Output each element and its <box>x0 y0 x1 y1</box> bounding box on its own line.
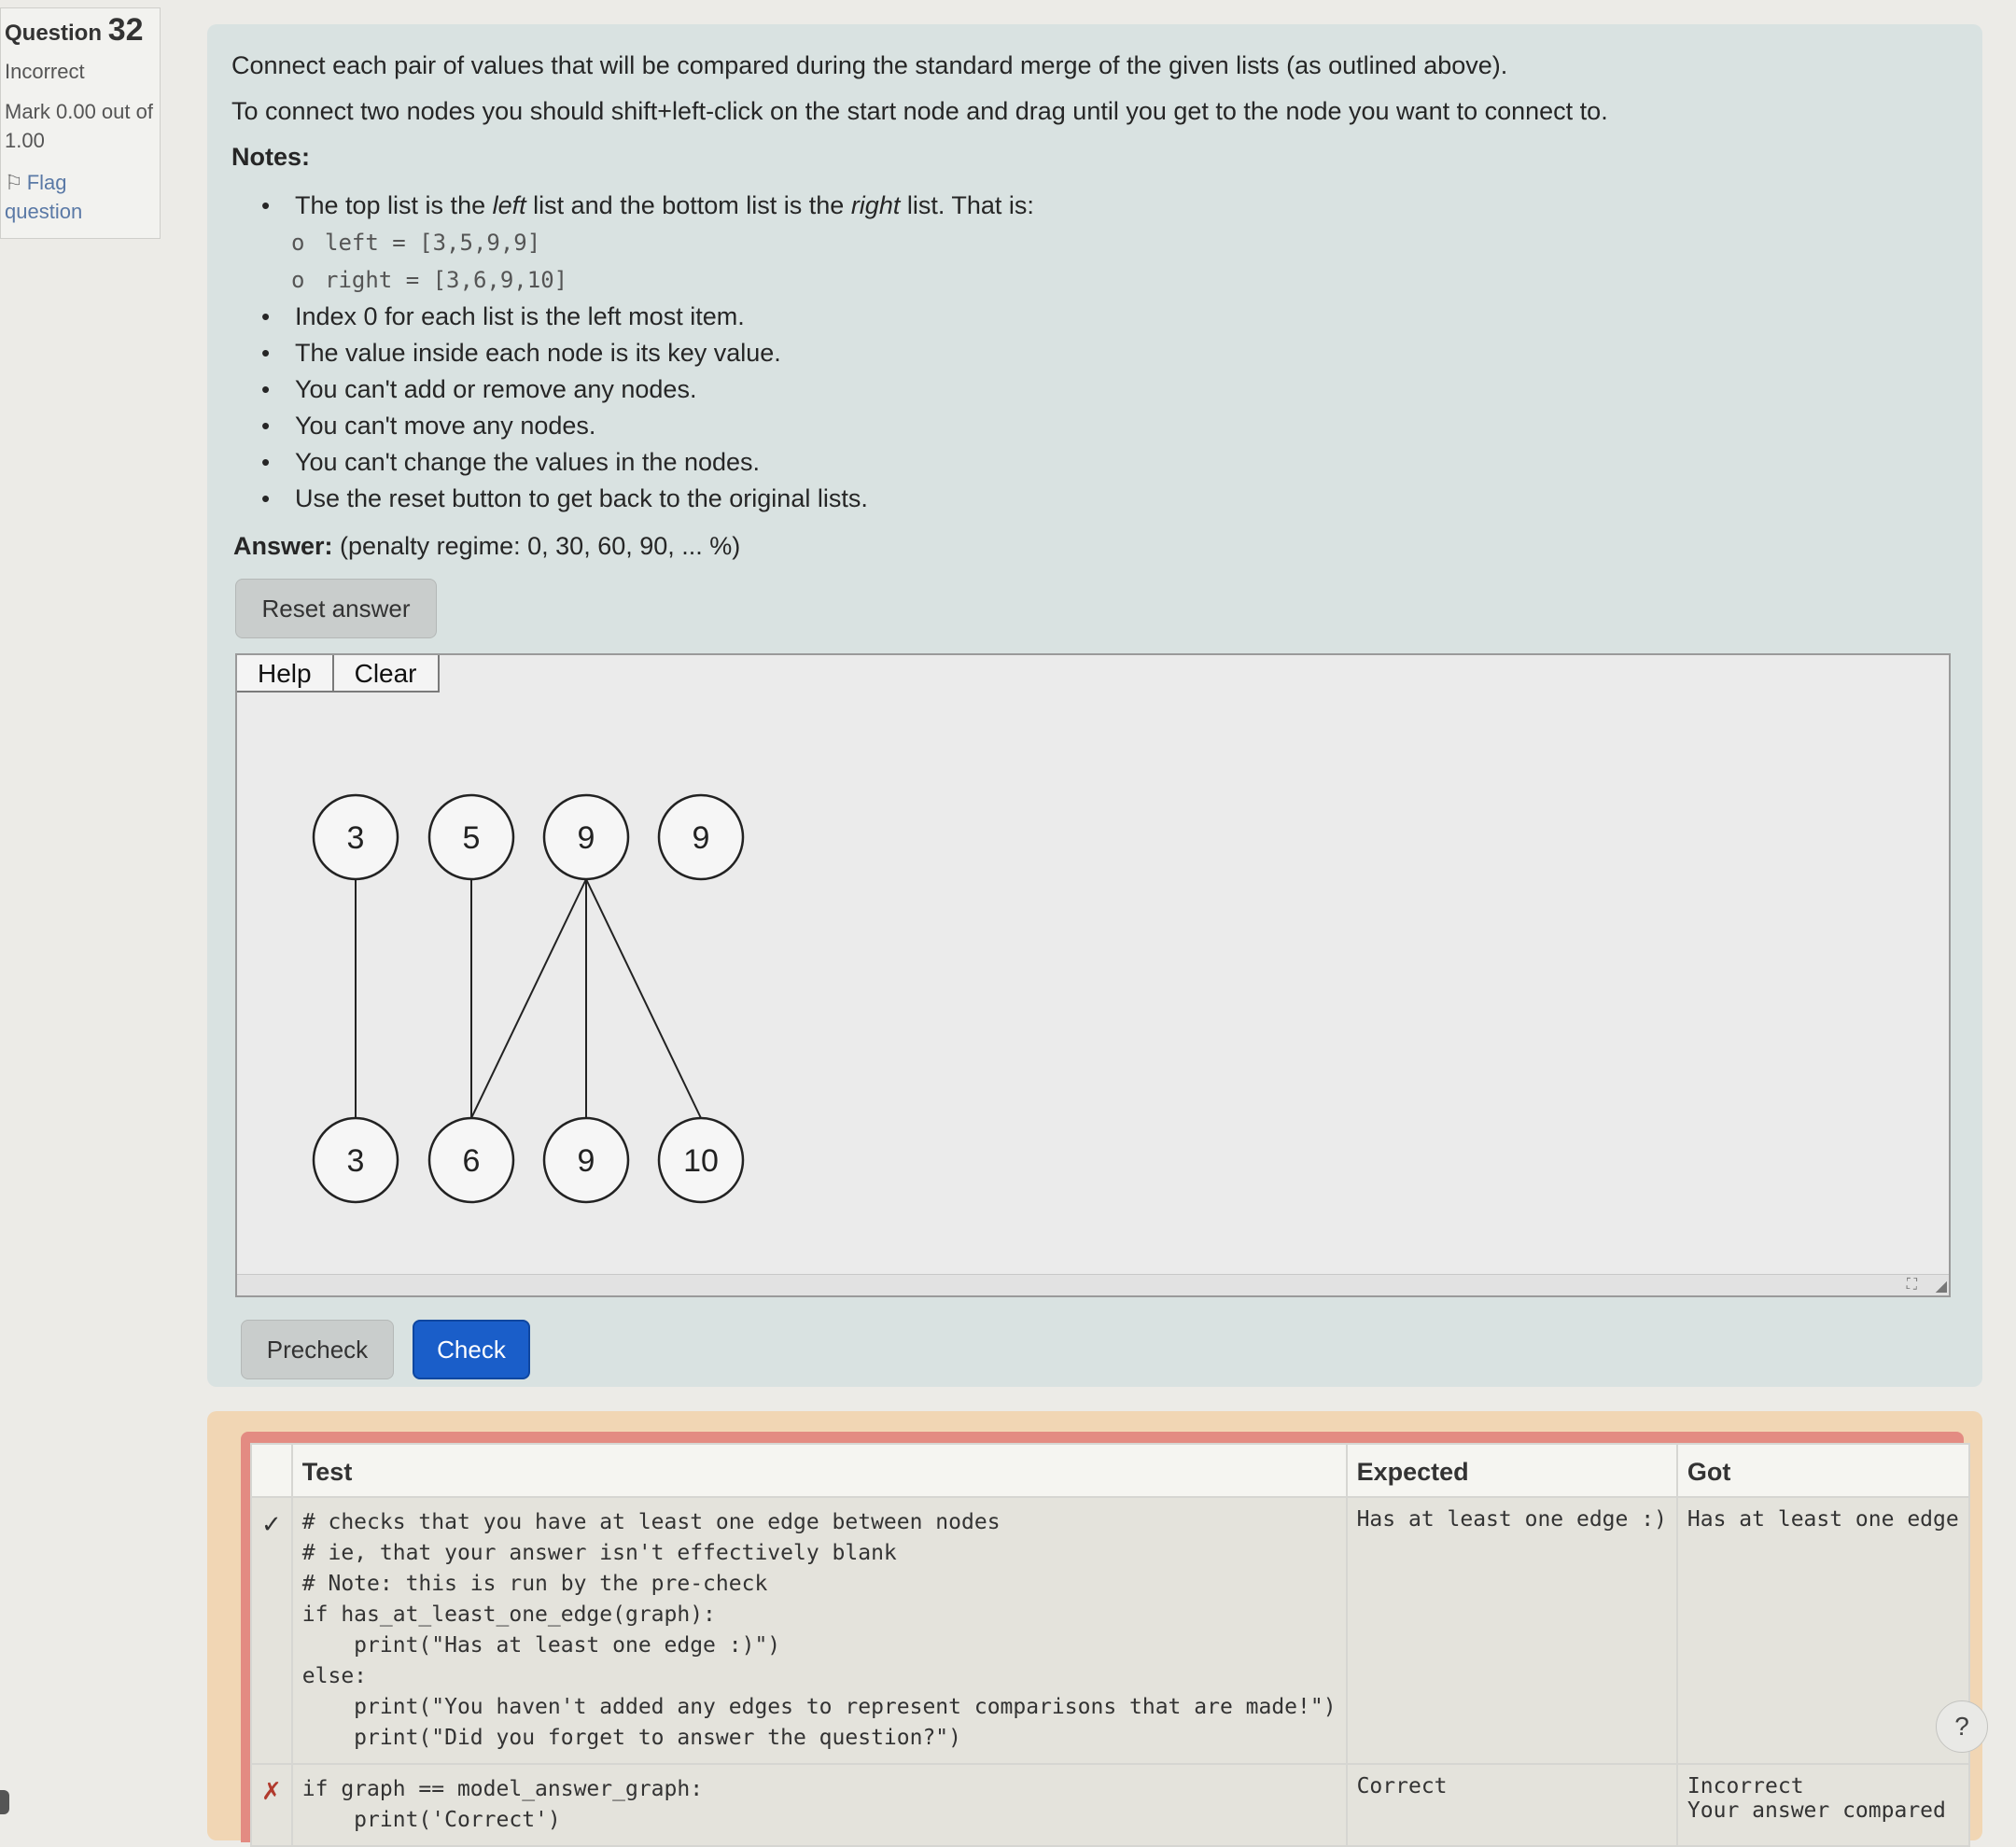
expected-output: Has at least one edge :) <box>1345 1496 1678 1765</box>
flag-icon: ⚐ <box>5 171 23 194</box>
graph-edge[interactable] <box>585 878 702 1119</box>
results-box: Test Expected Got ✓ # checks that you ha… <box>207 1411 1982 1847</box>
note-item: You can't change the values in the nodes… <box>261 444 1967 481</box>
got-header: Got <box>1675 1443 1970 1498</box>
list-definitions: left = [3,5,9,9] right = [3,6,9,10] <box>291 224 1967 299</box>
help-button[interactable]: Help <box>237 655 334 693</box>
results-table: Test Expected Got ✓ # checks that you ha… <box>250 1443 1970 1847</box>
pass-icon: ✓ <box>250 1496 293 1765</box>
code-right-list: right = [3,6,9,10] <box>291 261 1967 299</box>
got-output: Incorrect Your answer compared <box>1675 1763 1970 1847</box>
question-number: Question 32 <box>5 12 144 48</box>
bottom-node-label: 3 <box>347 1143 365 1179</box>
code-left-list: left = [3,5,9,9] <box>291 224 1967 261</box>
table-header-row: Test Expected Got <box>250 1443 1970 1498</box>
instruction-line-1: Connect each pair of values that will be… <box>231 51 1508 79</box>
precheck-button[interactable]: Precheck <box>241 1320 394 1379</box>
top-node-label: 9 <box>693 820 710 856</box>
note-item: Index 0 for each list is the left most i… <box>261 299 1967 335</box>
notes-list: The top list is the left list and the bo… <box>231 188 1967 517</box>
table-row: ✗ if graph == model_answer_graph: print(… <box>250 1763 1970 1847</box>
note-item: Use the reset button to get back to the … <box>261 481 1967 517</box>
note-item: The top list is the left list and the bo… <box>261 188 1967 299</box>
clear-button[interactable]: Clear <box>333 655 440 693</box>
test-code: # checks that you have at least one edge… <box>290 1496 1348 1765</box>
top-node-label: 9 <box>578 820 595 856</box>
notes-heading: Notes: <box>231 143 311 171</box>
test-header: Test <box>290 1443 1348 1498</box>
check-button[interactable]: Check <box>413 1320 530 1379</box>
question-state: Incorrect <box>5 60 85 83</box>
table-row: ✓ # checks that you have at least one ed… <box>250 1496 1970 1765</box>
fail-icon: ✗ <box>250 1763 293 1847</box>
question-info: Question 32 Incorrect Mark 0.00 out of 1… <box>0 7 161 239</box>
note-item: You can't add or remove any nodes. <box>261 371 1967 408</box>
edge-widget <box>0 1790 9 1814</box>
expected-output: Correct <box>1345 1763 1678 1847</box>
flag-question-link[interactable]: ⚐ Flag question <box>5 168 117 226</box>
graph-editor[interactable]: 3 5 9 9 3 6 9 10 Help Clear ⛶ ◢ <box>235 653 1951 1297</box>
question-text: Connect each pair of values that will be… <box>231 43 1967 517</box>
fullscreen-icon[interactable]: ⛶ <box>1907 1277 1919 1294</box>
editor-footer <box>237 1274 1949 1295</box>
graph-canvas[interactable]: 3 5 9 9 3 6 9 10 <box>237 655 1949 1275</box>
top-node-label: 3 <box>347 820 365 856</box>
question-box: Connect each pair of values that will be… <box>207 24 1982 1387</box>
bottom-node-label: 10 <box>683 1143 719 1179</box>
help-icon[interactable]: ? <box>1936 1700 1988 1753</box>
reset-answer-button[interactable]: Reset answer <box>235 579 437 638</box>
instruction-line-2: To connect two nodes you should shift+le… <box>231 97 1608 125</box>
answer-label: Answer: (penalty regime: 0, 30, 60, 90, … <box>233 532 741 560</box>
bottom-node-label: 9 <box>578 1143 595 1179</box>
got-output: Has at least one edge <box>1675 1496 1970 1765</box>
question-mark: Mark 0.00 out of 1.00 <box>5 100 153 152</box>
bottom-node-label: 6 <box>463 1143 481 1179</box>
results-frame: Test Expected Got ✓ # checks that you ha… <box>241 1432 1970 1847</box>
editor-toolbar: Help Clear <box>237 655 440 694</box>
resize-handle-icon[interactable]: ◢ <box>1936 1277 1947 1295</box>
graph-edge[interactable] <box>470 878 587 1119</box>
test-code: if graph == model_answer_graph: print('C… <box>290 1763 1348 1847</box>
expected-header: Expected <box>1345 1443 1678 1498</box>
top-node-label: 5 <box>463 820 481 856</box>
status-header <box>250 1443 293 1498</box>
note-item: You can't move any nodes. <box>261 408 1967 444</box>
note-item: The value inside each node is its key va… <box>261 335 1967 371</box>
